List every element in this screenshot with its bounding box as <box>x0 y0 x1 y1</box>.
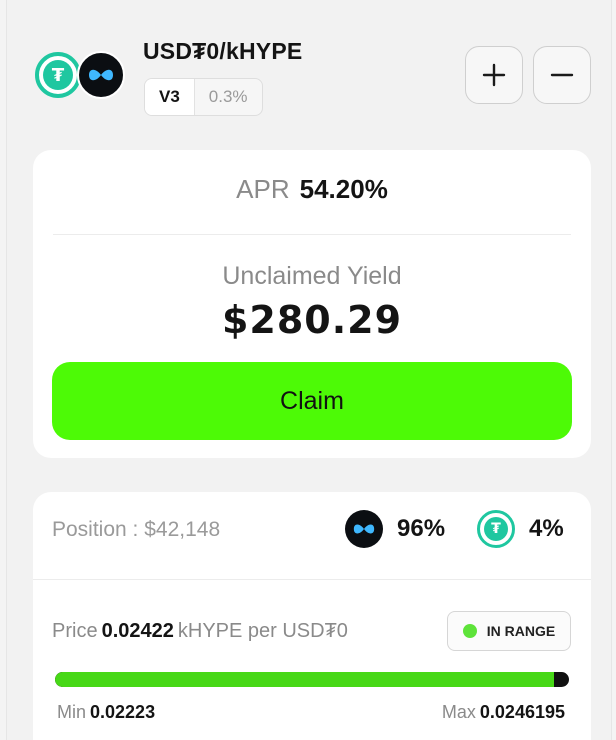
range-min: Min 0.02223 <box>57 702 155 723</box>
apr-label: APR <box>236 174 290 204</box>
remove-liquidity-button[interactable] <box>533 46 591 104</box>
yield-card: APR 54.20% Unclaimed Yield $280.29 Claim <box>33 150 591 458</box>
usdt0-share: ₮ 4% <box>477 510 564 548</box>
min-label: Min <box>57 702 87 722</box>
range-max: Max 0.0246195 <box>442 702 565 723</box>
range-status-badge: IN RANGE <box>447 611 571 651</box>
unclaimed-yield-label: Unclaimed Yield <box>222 262 402 290</box>
apr-row: APR 54.20% <box>33 174 591 205</box>
position-value-label: Position : $42,148 <box>52 518 221 541</box>
claim-button[interactable]: Claim <box>52 362 572 440</box>
khype-share-value: 96% <box>397 515 446 542</box>
max-label: Max <box>441 702 476 722</box>
plus-icon <box>482 63 506 87</box>
divider <box>53 234 571 235</box>
position-card: Position : $42,148 96% ₮ 4% Price 0.02422… <box>33 492 591 740</box>
min-value: 0.02223 <box>90 702 156 722</box>
unclaimed-yield-value: $280.29 <box>221 298 403 342</box>
add-liquidity-button[interactable] <box>465 46 523 104</box>
position-panel: ₮ USD₮0/kHYPE V3 0.3% APR 54.20% Unclaime… <box>6 0 612 740</box>
pair-title: USD₮0/kHYPE <box>143 38 303 64</box>
khype-share: 96% <box>345 510 445 548</box>
usdt0-token-icon: ₮ <box>35 52 81 98</box>
price-label: Price <box>52 620 98 642</box>
minus-icon <box>550 73 574 77</box>
price-range-bar <box>55 672 569 687</box>
price-range-fill <box>55 672 554 687</box>
range-status-label: IN RANGE <box>486 623 556 639</box>
current-price: Price 0.02422 kHYPE per USD₮0 <box>52 620 348 643</box>
usdt0-share-value: 4% <box>529 515 564 542</box>
khype-token-icon <box>77 51 125 99</box>
khype-token-icon <box>345 510 383 548</box>
status-dot-icon <box>462 624 477 638</box>
price-value: 0.02422 <box>101 620 174 642</box>
price-unit: kHYPE per USD₮0 <box>177 620 348 642</box>
max-value: 0.0246195 <box>479 702 565 722</box>
apr-value: 54.20% <box>299 174 388 204</box>
usdt0-token-icon: ₮ <box>477 510 515 548</box>
pair-icons: ₮ <box>35 51 125 100</box>
version-badge: V3 <box>145 79 195 115</box>
divider <box>33 579 591 580</box>
fee-badge: 0.3% <box>208 87 248 106</box>
pool-badges: V3 0.3% <box>144 78 263 116</box>
